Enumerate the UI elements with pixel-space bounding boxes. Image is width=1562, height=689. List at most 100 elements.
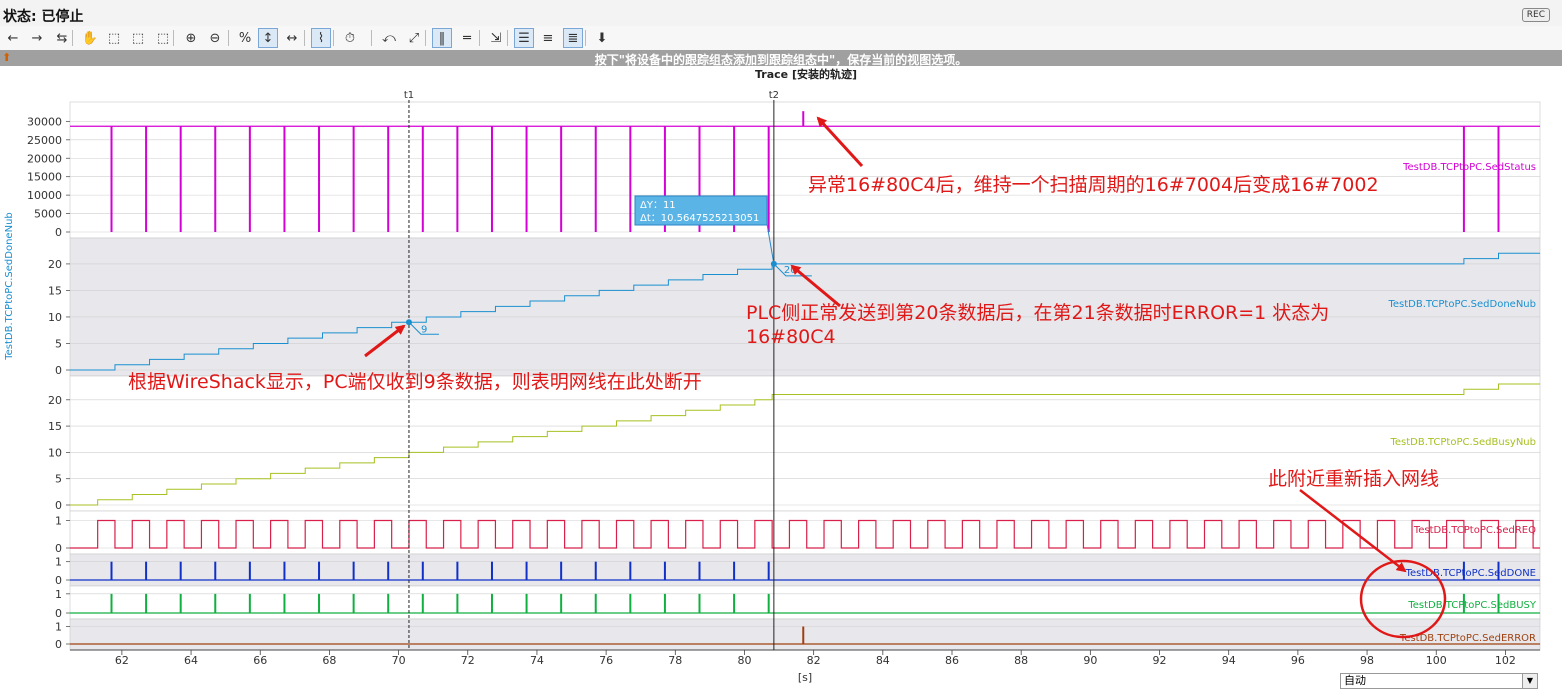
y-tick-label: 1	[55, 556, 62, 569]
chart-icon[interactable]: ⌇	[311, 28, 331, 48]
scale-x-icon[interactable]: ↔	[282, 28, 302, 48]
hand-icon[interactable]: ✋	[80, 28, 100, 48]
measure-x-icon[interactable]: ‖	[432, 28, 452, 48]
y-tick-label: 0	[55, 499, 62, 512]
toolbar-separator	[371, 30, 372, 46]
annotation-reinsert: 此附近重新插入网线	[1268, 468, 1440, 490]
y-tick-label: 10	[48, 446, 62, 459]
measure-y-icon[interactable]: ═	[457, 28, 477, 48]
toolbar-separator	[304, 30, 305, 46]
zoom-out-icon[interactable]: ⊖	[205, 28, 225, 48]
annotation-status: 异常16#80C4后，维持一个扫描周期的16#7004后变成16#7002	[808, 174, 1379, 196]
y-tick-label: 25000	[27, 134, 62, 147]
y-tick-label: 15	[48, 420, 62, 433]
x-tick-label: 70	[392, 654, 406, 667]
y-tick-label: 20	[48, 394, 62, 407]
status-label: 状态: 已停止	[3, 9, 84, 25]
chevron-down-icon[interactable]: ▼	[1522, 674, 1537, 688]
toolbar-separator	[228, 30, 229, 46]
y-tick-label: 5	[55, 337, 62, 350]
y-tick-label: 1	[55, 588, 62, 601]
align-right-icon[interactable]: ≣	[563, 28, 583, 48]
zoom-select-value: 自动	[1344, 674, 1366, 687]
x-tick-label: 86	[945, 654, 959, 667]
toolbar-separator	[173, 30, 174, 46]
zoom-select[interactable]: 自动 ▼	[1340, 673, 1538, 689]
y-tick-label: 0	[55, 607, 62, 620]
series-name: TestDB.TCPtoPC.SedDoneNub	[1387, 299, 1536, 310]
x-tick-label: 74	[530, 654, 544, 667]
x-tick-label: 94	[1222, 654, 1236, 667]
rec-indicator: REC	[1521, 8, 1550, 22]
y-tick-label: 20000	[27, 152, 62, 165]
toolbar-separator	[333, 30, 334, 46]
y-tick-label: 1	[55, 515, 62, 528]
y-tick-label: 10	[48, 311, 62, 324]
annotation-plc: PLC侧正常发送到第20条数据后，在第21条数据时ERROR=1 状态为	[746, 302, 1330, 324]
zoom-y-icon[interactable]: ⬚	[153, 28, 173, 48]
reset-view-icon[interactable]: ⇆	[52, 28, 72, 48]
settings-icon[interactable]: ⬇	[592, 28, 612, 48]
x-tick-label: 66	[253, 654, 267, 667]
x-tick-label: 80	[737, 654, 751, 667]
scale-y-icon[interactable]: ↕	[258, 28, 278, 48]
chart-title: Trace [安装的轨迹]	[755, 67, 857, 81]
toolbar-separator	[72, 30, 73, 46]
x-tick-label: 68	[322, 654, 336, 667]
x-tick-label: 84	[876, 654, 890, 667]
toolbar-separator	[425, 30, 426, 46]
x-tick-label: 78	[668, 654, 682, 667]
x-tick-label: 96	[1291, 654, 1305, 667]
toolbar-separator	[479, 30, 480, 46]
x-tick-label: 100	[1426, 654, 1447, 667]
zoom-100-icon[interactable]: %	[235, 28, 255, 48]
series-name: TestDB.TCPtoPC.SedREQ	[1413, 525, 1536, 536]
forward-icon[interactable]: →	[27, 28, 47, 48]
line-icon[interactable]: ⤺	[379, 28, 399, 48]
legend-icon[interactable]: ☰	[514, 28, 534, 48]
annotation-plc-code: 16#80C4	[746, 326, 836, 348]
y-tick-label: 5	[55, 473, 62, 486]
cursor-t1-label: t1	[404, 90, 414, 101]
toolbar-separator	[507, 30, 508, 46]
time-icon[interactable]: ⏱	[340, 28, 360, 48]
series-name: TestDB.TCPtoPC.SedBusyNub	[1389, 437, 1536, 448]
x-tick-label: 82	[807, 654, 821, 667]
plot-panel	[69, 585, 1541, 620]
delta-t-text: Δt：10.5647525213051	[640, 213, 759, 224]
y-tick-label: 0	[55, 364, 62, 377]
x-tick-label: 76	[599, 654, 613, 667]
y-tick-label: 10000	[27, 189, 62, 202]
point-label-9: 9	[421, 324, 427, 335]
x-tick-label: 90	[1083, 654, 1097, 667]
fit-icon[interactable]: ⤢	[404, 28, 424, 48]
y-tick-label: 0	[55, 542, 62, 555]
align-left-icon[interactable]: ≡	[538, 28, 558, 48]
series-name: TestDB.TCPtoPC.SedDONE	[1405, 568, 1536, 579]
zoom-x-icon[interactable]: ⬚	[128, 28, 148, 48]
x-tick-label: 102	[1495, 654, 1516, 667]
x-tick-label: 92	[1153, 654, 1167, 667]
zoom-in-icon[interactable]: ⊕	[181, 28, 201, 48]
y-tick-label: 15	[48, 284, 62, 297]
y-axis-label: TestDB.TCPtoPC.SedDoneNub	[4, 212, 15, 361]
toolbar: ← → ⇆ ✋ ⬚ ⬚ ⬚ ⊕ ⊖% ↕ ↔ ⌇ ⏱ ⤺ ⤢ ‖ ═ ⇲ ☰ ≡ ≣ ⬇	[0, 26, 1562, 51]
hint-bar: ⬆ 按下"将设备中的跟踪组态添加到跟踪组态中"，保存当前的视图选项。	[0, 50, 1562, 67]
x-axis-unit: [s]	[798, 671, 812, 684]
series-name: TestDB.TCPtoPC.SedBUSY	[1407, 600, 1537, 611]
y-tick-label: 20	[48, 258, 62, 271]
y-tick-label: 1	[55, 621, 62, 634]
y-tick-label: 0	[55, 574, 62, 587]
y-tick-label: 15000	[27, 171, 62, 184]
annotation-wireshark: 根据WireShack显示，PC端仅收到9条数据，则表明网线在此处断开	[128, 371, 702, 393]
zoom-rect-icon[interactable]: ⬚	[104, 28, 124, 48]
y-tick-label: 0	[55, 226, 62, 239]
delta-y-text: ΔY：11	[640, 200, 676, 211]
series-name: TestDB.TCPtoPC.SedStatus	[1402, 162, 1536, 173]
export-icon[interactable]: ⇲	[486, 28, 506, 48]
x-tick-label: 62	[115, 654, 129, 667]
x-tick-label: 64	[184, 654, 198, 667]
x-tick-label: 98	[1360, 654, 1374, 667]
back-icon[interactable]: ←	[3, 28, 23, 48]
x-tick-label: 88	[1014, 654, 1028, 667]
